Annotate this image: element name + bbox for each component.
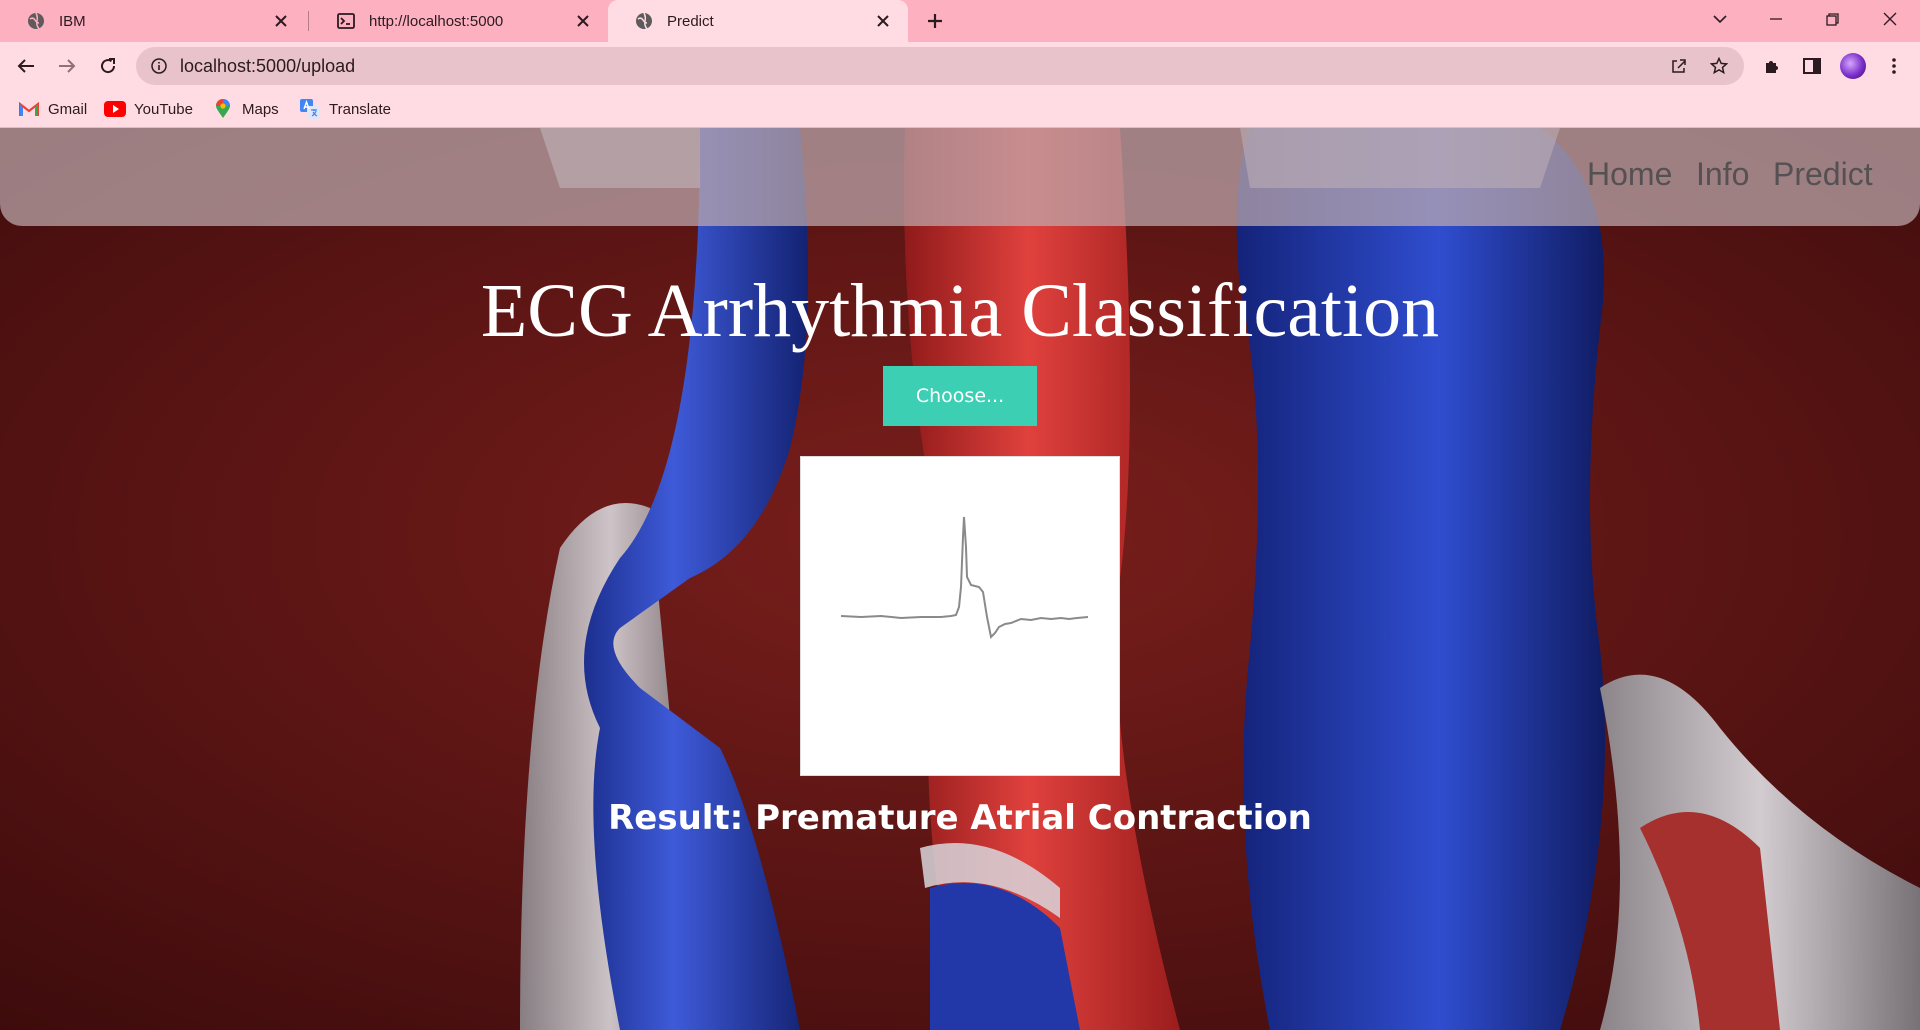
bookmark-maps[interactable]: Maps: [212, 98, 279, 120]
puzzle-icon: [1766, 61, 1778, 73]
prediction-result: Result: Premature Atrial Contraction: [608, 798, 1312, 838]
close-icon[interactable]: [572, 10, 594, 32]
url-text[interactable]: localhost:5000/upload: [180, 56, 1664, 77]
minimize-button[interactable]: [1748, 0, 1804, 38]
page-viewport: Home Info Predict ECG Arrhythmia Classif…: [0, 128, 1920, 1030]
tab-strip: IBM http://localhost:5000 Predict: [0, 0, 1920, 42]
minimize-icon: [1770, 18, 1782, 20]
new-tab-button[interactable]: [923, 9, 947, 33]
kebab-menu-icon: [1892, 58, 1896, 74]
close-icon[interactable]: [270, 10, 292, 32]
star-icon[interactable]: [1704, 51, 1734, 81]
address-bar[interactable]: localhost:5000/upload: [136, 47, 1744, 85]
tab-title: Predict: [667, 12, 714, 30]
nav-info[interactable]: Info: [1696, 156, 1749, 193]
side-panel-icon: [1803, 58, 1821, 74]
bookmark-label: Translate: [329, 100, 391, 118]
menu-button[interactable]: [1878, 50, 1910, 82]
restore-icon: [1825, 12, 1839, 26]
tab-localhost[interactable]: http://localhost:5000: [310, 0, 608, 42]
close-icon: [1883, 12, 1897, 26]
choose-file-button[interactable]: Choose...: [883, 366, 1037, 426]
chevron-down-icon: [1713, 14, 1727, 23]
info-icon[interactable]: [150, 57, 168, 75]
browser-toolbar: localhost:5000/upload: [0, 42, 1920, 90]
bookmark-translate[interactable]: Translate: [299, 98, 391, 120]
tab-separator: [308, 11, 309, 31]
bookmark-label: YouTube: [134, 100, 193, 118]
extensions-button[interactable]: [1756, 50, 1788, 82]
bookmark-gmail[interactable]: Gmail: [18, 98, 87, 120]
youtube-icon: [104, 98, 126, 120]
avatar: [1840, 53, 1866, 79]
ecg-waveform-image: [840, 516, 1089, 640]
back-button[interactable]: [10, 50, 42, 82]
tab-ibm[interactable]: IBM: [0, 0, 306, 42]
reload-button[interactable]: [92, 50, 124, 82]
forward-button[interactable]: [51, 50, 83, 82]
profile-button[interactable]: [1837, 50, 1869, 82]
bookmark-youtube[interactable]: YouTube: [104, 98, 193, 120]
tab-title: IBM: [59, 12, 86, 30]
page-title: ECG Arrhythmia Classification: [480, 269, 1440, 353]
reload-icon: [101, 58, 116, 74]
restore-button[interactable]: [1804, 0, 1860, 38]
globe-icon: [634, 12, 653, 31]
bookmarks-bar: Gmail YouTube Maps Translate: [0, 90, 1920, 128]
bookmark-label: Gmail: [48, 100, 88, 118]
gmail-icon: [18, 98, 40, 120]
arrow-right-icon: [59, 59, 76, 73]
terminal-icon: [336, 12, 355, 31]
tab-search-button[interactable]: [1692, 0, 1748, 38]
side-panel-button[interactable]: [1796, 50, 1828, 82]
site-navbar: Home Info Predict: [0, 128, 1920, 226]
tab-predict[interactable]: Predict: [608, 0, 908, 42]
nav-home[interactable]: Home: [1587, 156, 1672, 193]
maps-icon: [212, 98, 234, 120]
close-window-button[interactable]: [1862, 0, 1918, 38]
translate-icon: [299, 98, 321, 120]
plus-icon: [928, 14, 942, 28]
close-icon[interactable]: [872, 10, 894, 32]
arrow-left-icon: [17, 59, 34, 73]
ecg-preview-image: [800, 456, 1120, 776]
nav-predict[interactable]: Predict: [1773, 156, 1873, 193]
tab-title: http://localhost:5000: [369, 12, 504, 30]
bookmark-label: Maps: [242, 100, 279, 118]
globe-icon: [26, 12, 45, 31]
share-icon[interactable]: [1664, 51, 1694, 81]
